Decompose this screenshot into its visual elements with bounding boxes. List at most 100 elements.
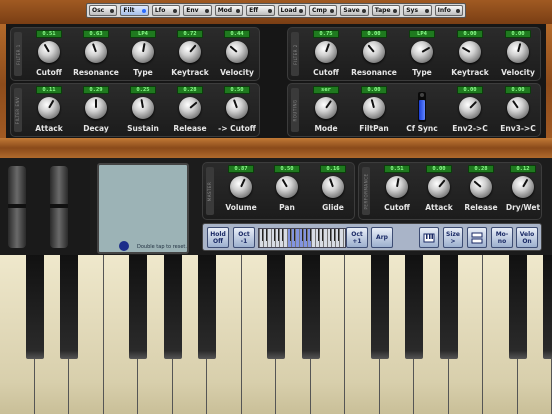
filter2-cutoff-control: 0.75 Cutoff	[300, 30, 352, 86]
env1-cutoff-knob[interactable]	[223, 94, 251, 122]
filter2-velocity-value: 0.00	[505, 30, 531, 38]
keyboard-split-icon	[471, 232, 483, 243]
menu-led-icon	[330, 8, 335, 13]
filter1-keytrack-control: 0.72 Keytrack	[164, 30, 216, 86]
hold-button[interactable]: Hold Off	[207, 227, 229, 248]
menu-save-button[interactable]: Save	[340, 5, 369, 16]
black-key[interactable]	[508, 255, 527, 359]
black-key[interactable]	[543, 255, 552, 359]
master-glide-knob[interactable]	[319, 173, 347, 201]
octave-up-button[interactable]: Oct +1	[346, 227, 368, 248]
env1-decay-knob[interactable]	[82, 94, 110, 122]
menu-env-label: Env	[186, 7, 199, 14]
black-key[interactable]	[163, 255, 182, 359]
knob-pointer-icon	[48, 99, 55, 109]
black-key[interactable]	[25, 255, 44, 359]
switch-handle[interactable]	[419, 100, 425, 120]
menu-sys-label: Sys	[406, 7, 419, 14]
filter2-keytrack-knob[interactable]	[456, 38, 484, 66]
xy-pad-cursor[interactable]	[119, 241, 129, 251]
performance-release-knob[interactable]	[467, 173, 495, 201]
filter1-cutoff-knob[interactable]	[35, 38, 63, 66]
filter1-keytrack-knob[interactable]	[176, 38, 204, 66]
filter1-type-knob[interactable]	[129, 38, 157, 66]
routing-filtpan-knob[interactable]	[360, 94, 388, 122]
master-pan-value: 0.50	[274, 165, 300, 173]
pitch-wheel[interactable]	[8, 166, 26, 248]
routing-mode-knob[interactable]	[312, 94, 340, 122]
black-key[interactable]	[198, 255, 216, 359]
filter2-type-knob[interactable]	[408, 38, 436, 66]
black-key[interactable]	[439, 255, 458, 359]
menu-osc-button[interactable]: Osc	[89, 5, 118, 16]
filter1-cutoff-control: 0.51 Cutoff	[23, 30, 75, 86]
black-key[interactable]	[267, 255, 285, 359]
menu-lfo-button[interactable]: Lfo	[151, 5, 181, 16]
black-key[interactable]	[405, 255, 423, 359]
env1-release-knob[interactable]	[176, 94, 204, 122]
filter-env-panel: FILTER ENV 0.11 Attack 0.29 Decay 0.25 Sustai…	[10, 83, 260, 137]
knob-pointer-icon	[189, 101, 198, 109]
menu-cmp-button[interactable]: Cmp	[308, 5, 338, 16]
filter2-type-value: LP4	[409, 30, 435, 38]
knob-pointer-icon	[328, 178, 334, 188]
filter1-keytrack-value: 0.72	[177, 30, 203, 38]
routing-cf-sync-switch[interactable]	[418, 92, 426, 122]
mod-wheel[interactable]	[50, 166, 68, 248]
keyboard-range-navigator[interactable]	[258, 228, 346, 248]
black-key[interactable]	[370, 255, 389, 359]
menu-env-button[interactable]: Env	[183, 5, 212, 16]
menu-mod-button[interactable]: Mod	[214, 5, 244, 16]
filter2-velocity-knob[interactable]	[504, 38, 532, 66]
menu-info-button[interactable]: Info	[434, 5, 464, 16]
knob-pointer-icon	[517, 43, 522, 53]
master-volume-knob[interactable]	[227, 173, 255, 201]
filter1-velocity-knob[interactable]	[223, 38, 251, 66]
env1-sustain-knob[interactable]	[129, 94, 157, 122]
filter1-resonance-control: 0.63 Resonance	[70, 30, 122, 86]
performance-panel: PERFORMANCE 0.51 Cutoff 0.00 Attack 0.28 Rele…	[358, 162, 542, 220]
black-key[interactable]	[301, 255, 320, 359]
routing-env3-c-control: 0.00 Env3->C	[492, 86, 544, 142]
keyboard-split-icon-button[interactable]	[467, 227, 487, 248]
keyboard-layout-icon-button[interactable]	[419, 227, 439, 248]
env1-cutoff-label: -> Cutoff	[218, 124, 256, 133]
env1-attack-knob[interactable]	[35, 94, 63, 122]
xy-pad[interactable]: Double tap to reset.	[97, 163, 189, 254]
arp-button[interactable]: Arp	[371, 227, 393, 248]
filter1-type-value: LP4	[130, 30, 156, 38]
black-key[interactable]	[129, 255, 147, 359]
menu-led-icon	[424, 8, 429, 13]
master-glide-control: 0.16 Glide	[307, 165, 359, 221]
mini-key-divider	[275, 229, 276, 247]
menu-cmp-label: Cmp	[311, 7, 327, 14]
switch-led-icon	[420, 93, 424, 97]
routing-env2-c-knob[interactable]	[456, 94, 484, 122]
performance-cutoff-knob[interactable]	[383, 173, 411, 201]
env1-release-control: 0.28 Release	[164, 86, 216, 142]
knob-pointer-icon	[367, 44, 375, 53]
size-button[interactable]: Size >	[443, 227, 463, 248]
filter2-resonance-knob[interactable]	[360, 38, 388, 66]
performance-attack-knob[interactable]	[425, 173, 453, 201]
env1-decay-control: 0.29 Decay	[70, 86, 122, 142]
filter2-cutoff-knob[interactable]	[312, 38, 340, 66]
velocity-button[interactable]: Velo On	[516, 227, 538, 248]
performance-dry-wet-knob[interactable]	[509, 173, 537, 201]
octave-down-button[interactable]: Oct -1	[233, 227, 255, 248]
mini-key-divider	[319, 229, 320, 247]
filter1-resonance-knob[interactable]	[82, 38, 110, 66]
menu-tape-button[interactable]: Tape	[371, 5, 401, 16]
menu-eff-button[interactable]: Eff	[246, 5, 275, 16]
mini-key-divider	[343, 229, 344, 247]
menu-sys-button[interactable]: Sys	[403, 5, 432, 16]
black-key[interactable]	[60, 255, 78, 359]
routing-env3-c-knob[interactable]	[504, 94, 532, 122]
menu-load-button[interactable]: Load	[277, 5, 306, 16]
filter2-type-control: LP4 Type	[396, 30, 448, 86]
mono-button[interactable]: Mo-no	[491, 227, 513, 248]
mini-key-divider	[335, 229, 336, 247]
filter2-velocity-control: 0.00 Velocity	[492, 30, 544, 86]
menu-filt-button[interactable]: Filt	[120, 5, 149, 16]
master-pan-knob[interactable]	[273, 173, 301, 201]
